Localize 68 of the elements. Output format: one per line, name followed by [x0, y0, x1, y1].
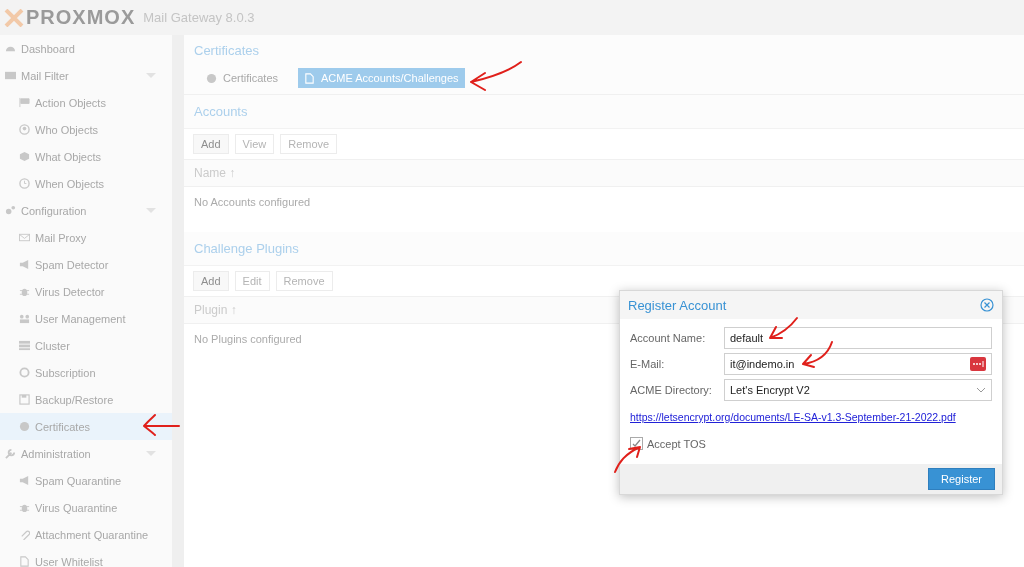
nav-item[interactable]: Administration — [0, 440, 172, 467]
nav-item[interactable]: Virus Quarantine — [0, 494, 172, 521]
nav-item[interactable]: What Objects — [0, 143, 172, 170]
bug-icon — [19, 286, 30, 297]
nav-item[interactable]: User Whitelist — [0, 548, 172, 567]
nav-item[interactable]: Dashboard — [0, 35, 172, 62]
nav-item[interactable]: Cluster — [0, 332, 172, 359]
password-manager-icon[interactable] — [970, 357, 986, 371]
nav-item[interactable]: Configuration — [0, 197, 172, 224]
nav-item[interactable]: Spam Detector — [0, 251, 172, 278]
nav-item[interactable]: Mail Filter — [0, 62, 172, 89]
input-field[interactable]: it@indemo.in — [724, 353, 992, 375]
tos-link[interactable]: https://letsencrypt.org/documents/LE-SA-v1.3-September-21-2022.pdf — [630, 411, 992, 423]
user-icon — [19, 124, 30, 135]
nav-item[interactable]: Spam Quarantine — [0, 467, 172, 494]
collapse-icon[interactable] — [146, 208, 156, 213]
field-label: E-Mail: — [630, 358, 666, 370]
envelope-o-icon — [19, 232, 30, 243]
lifering-icon — [19, 367, 30, 378]
nav-item[interactable]: When Objects — [0, 170, 172, 197]
caret-icon[interactable] — [976, 387, 986, 393]
collapse-icon[interactable] — [146, 73, 156, 78]
toolbar-button[interactable]: Add — [193, 271, 229, 291]
flag-icon — [19, 97, 30, 108]
bullhorn-icon — [19, 475, 30, 486]
logo-icon — [4, 8, 24, 27]
bullhorn-icon — [19, 259, 30, 270]
server-icon — [19, 340, 30, 351]
nav-item[interactable]: Virus Detector — [0, 278, 172, 305]
checkmark-icon — [632, 439, 641, 448]
envelope-icon — [5, 70, 16, 81]
input-field[interactable]: default — [724, 327, 992, 349]
nav-item[interactable]: Who Objects — [0, 116, 172, 143]
tab[interactable]: Certificates — [200, 68, 285, 88]
dropdown-field[interactable]: Let's Encrypt V2 — [724, 379, 992, 401]
toolbar-button[interactable]: Add — [193, 134, 229, 154]
logo: PROXMOX — [4, 6, 136, 29]
register-button[interactable]: Register — [928, 468, 995, 490]
empty-message: No Accounts configured — [194, 196, 311, 208]
tab[interactable]: ACME Accounts/Challenges — [298, 68, 465, 88]
nav-item[interactable]: User Management — [0, 305, 172, 332]
clock-icon — [19, 178, 30, 189]
field-label: ACME Directory: — [630, 384, 713, 396]
scrollbar[interactable] — [172, 35, 184, 567]
file-icon — [304, 72, 316, 84]
nav-item[interactable]: Backup/Restore — [0, 386, 172, 413]
empty-message: No Plugins configured — [194, 333, 302, 345]
users-icon — [19, 313, 30, 324]
field-label: Account Name: — [630, 332, 707, 344]
dialog-title: Register Account — [628, 297, 727, 313]
nav-item[interactable]: Certificates — [0, 413, 172, 440]
nav-item[interactable]: Attachment Quarantine — [0, 521, 172, 548]
bug-icon — [19, 502, 30, 513]
annotation-arrow — [767, 316, 799, 342]
nav-item[interactable]: Action Objects — [0, 89, 172, 116]
close-icon[interactable] — [980, 298, 994, 312]
annotation-arrow — [141, 414, 181, 436]
accept-checkbox[interactable]: Accept TOS — [630, 437, 992, 450]
nav-item[interactable]: Mail Proxy — [0, 224, 172, 251]
wrench-icon — [5, 448, 16, 459]
floppy-icon — [19, 394, 30, 405]
nav-item[interactable]: Subscription — [0, 359, 172, 386]
file-icon — [19, 556, 30, 567]
paperclip-icon — [19, 529, 30, 540]
cube-icon — [19, 151, 30, 162]
annotation-arrow — [613, 444, 643, 474]
annotation-arrow — [800, 340, 834, 368]
collapse-icon[interactable] — [146, 451, 156, 456]
